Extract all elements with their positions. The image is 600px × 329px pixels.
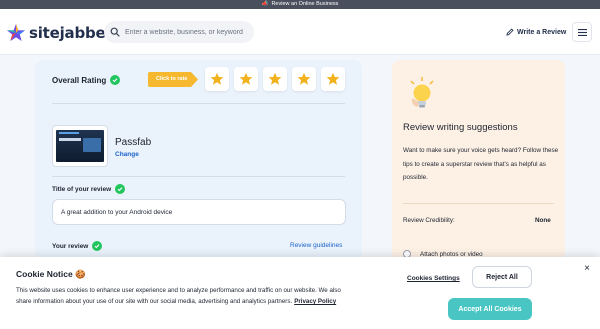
pencil-icon [506, 28, 514, 36]
suggestions-panel: Review writing suggestions Want to make … [392, 60, 565, 260]
write-review-link[interactable]: Write a Review [506, 25, 566, 39]
overall-rating-heading: Overall Rating [52, 75, 121, 85]
check-icon [92, 241, 103, 251]
announcement-bar[interactable]: 📣 Review an Online Business [0, 0, 600, 9]
star-icon [297, 72, 311, 85]
reject-all-button[interactable]: Reject All [472, 266, 532, 288]
review-title-label: Title of your review [52, 185, 112, 193]
star-icon [239, 72, 253, 85]
your-review-heading: Your review [52, 241, 103, 251]
search-bar[interactable] [104, 21, 254, 43]
search-input[interactable] [125, 28, 250, 36]
business-thumbnail [52, 125, 108, 167]
your-review-label: Your review [52, 242, 89, 250]
site-header: sitejabber Write a Review [0, 9, 600, 55]
divider [52, 103, 345, 104]
star-button-4[interactable] [292, 67, 316, 91]
business-name: Passfab [115, 137, 152, 148]
credibility-label: Review Credibility: [403, 217, 455, 224]
overall-rating-label: Overall Rating [52, 75, 107, 85]
logo-text: sitejabber [29, 24, 113, 42]
megaphone-icon: 📣 [261, 1, 269, 7]
privacy-policy-link[interactable]: Privacy Policy [294, 298, 336, 305]
write-review-label: Write a Review [517, 28, 567, 36]
click-to-rate-tag: Click to rate [148, 72, 198, 87]
check-icon [115, 184, 126, 194]
star-icon [268, 72, 282, 85]
review-title-input[interactable] [52, 199, 346, 225]
star-button-1[interactable] [205, 67, 229, 91]
suggestions-body: Want to make sure your voice gets heard?… [403, 147, 559, 181]
thumbnail-screenshot [56, 130, 104, 162]
menu-button[interactable] [572, 22, 592, 42]
close-icon[interactable]: × [582, 264, 592, 274]
cookie-text: This website uses cookies to enhance use… [16, 286, 341, 308]
cookie-banner: Cookie Notice 🍪 This website uses cookie… [0, 257, 600, 329]
hamburger-icon [577, 28, 587, 36]
review-guidelines-link[interactable]: Review guidelines [290, 242, 342, 249]
cookie-settings-link[interactable]: Cookies Settings [407, 275, 460, 282]
review-form-panel: Overall Rating Click to rate Passfab Cha… [35, 60, 362, 260]
credibility-value: None [535, 217, 551, 224]
cookie-description: This website uses cookies to enhance use… [16, 287, 341, 305]
search-icon [110, 27, 120, 37]
sitejabber-logo[interactable]: sitejabber [6, 22, 113, 44]
star-rating[interactable] [205, 67, 350, 91]
star-button-5[interactable] [321, 67, 345, 91]
lightbulb-icon [410, 77, 434, 108]
suggestions-title: Review writing suggestions [403, 122, 518, 133]
star-button-3[interactable] [263, 67, 287, 91]
star-icon [210, 72, 224, 85]
cookie-title: Cookie Notice 🍪 [16, 269, 86, 279]
star-icon [326, 72, 340, 85]
announcement-text: Review an Online Business [271, 1, 339, 7]
divider [403, 203, 554, 204]
check-icon [110, 75, 121, 85]
accept-all-cookies-button[interactable]: Accept All Cookies [448, 298, 532, 320]
divider [52, 176, 345, 177]
change-business-link[interactable]: Change [115, 151, 139, 158]
logo-star-icon [7, 24, 25, 41]
star-button-2[interactable] [234, 67, 258, 91]
review-title-heading: Title of your review [52, 184, 126, 194]
